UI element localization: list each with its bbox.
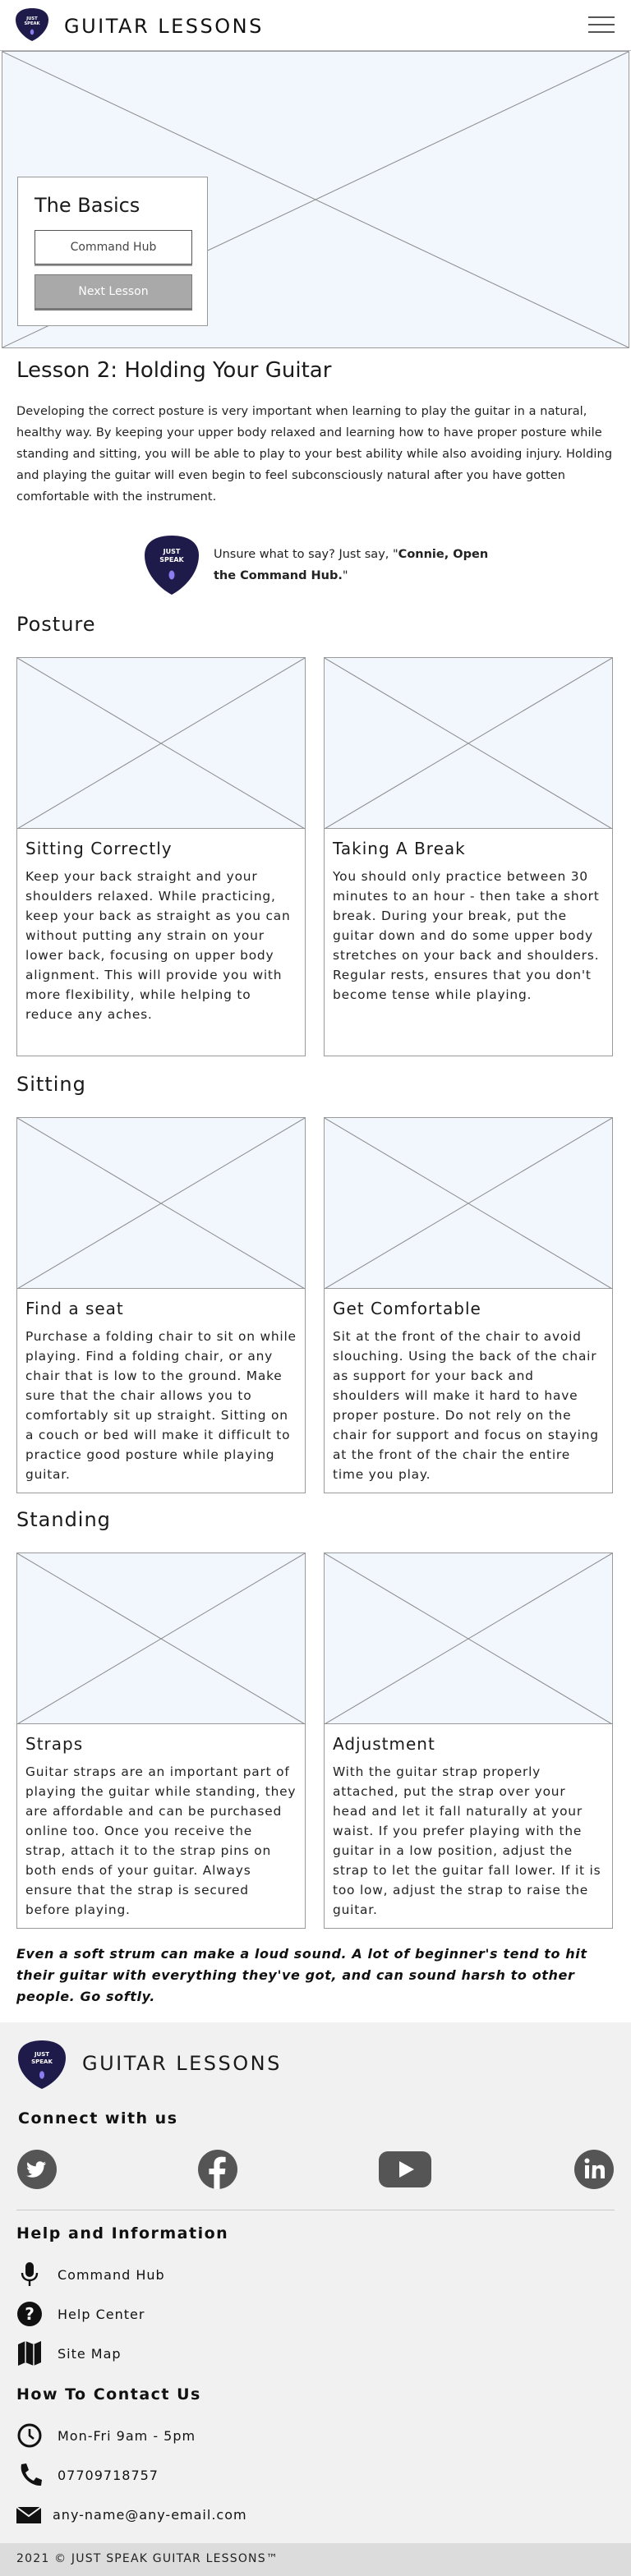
lesson-intro: Developing the correct posture is very i… — [16, 405, 613, 504]
contact-heading: How To Contact Us — [16, 2385, 201, 2404]
site-footer: JUST SPEAK GUITAR LESSONS — [0, 2022, 631, 2576]
clock-icon — [17, 2423, 42, 2448]
basics-title: The Basics — [35, 194, 140, 217]
lesson-card: Find a seat Purchase a folding chair to … — [16, 1117, 306, 1493]
just-speak-logo: JUST SPEAK — [145, 536, 199, 595]
card-text: Sit at the front of the chair to avoid s… — [333, 1329, 599, 1482]
card-title: Get Comfortable — [333, 1299, 481, 1318]
site-brand: GUITAR LESSONS — [64, 15, 264, 38]
microphone-icon — [21, 2262, 39, 2286]
just-speak-logo[interactable]: JUST SPEAK — [16, 2039, 67, 2090]
menu-icon[interactable] — [588, 12, 616, 38]
card-text: Keep your back straight and your shoulde… — [25, 869, 291, 1022]
phone-icon — [21, 2463, 42, 2486]
svg-text:SPEAK: SPEAK — [31, 2058, 53, 2065]
card-text: Purchase a folding chair to sit on while… — [25, 1329, 297, 1482]
svg-text:JUST: JUST — [34, 2051, 49, 2058]
card-title: Adjustment — [333, 1734, 435, 1754]
contact-email-text: any-name@any-email.com — [53, 2507, 247, 2523]
footer-link-label: Command Hub — [58, 2267, 165, 2283]
card-image-placeholder — [17, 1553, 305, 1724]
contact-phone-text: 07709718757 — [58, 2468, 159, 2483]
command-hub-button[interactable]: Command Hub — [35, 230, 192, 264]
svg-text:SPEAK: SPEAK — [159, 556, 184, 564]
basics-card: The Basics Command Hub Next Lesson — [17, 177, 208, 326]
section-heading-sitting: Sitting — [16, 1073, 86, 1096]
svg-text:?: ? — [25, 2304, 35, 2324]
copyright-text: 2021 © JUST SPEAK GUITAR LESSONS™ — [16, 2552, 279, 2565]
copyright-bar: 2021 © JUST SPEAK GUITAR LESSONS™ — [0, 2543, 631, 2576]
card-image-placeholder — [325, 1118, 612, 1289]
connect-heading: Connect with us — [18, 2109, 178, 2128]
footer-link-label: Site Map — [58, 2346, 122, 2362]
contact-hours-text: Mon-Fri 9am - 5pm — [58, 2428, 196, 2444]
lesson-title: Lesson 2: Holding Your Guitar — [16, 358, 332, 383]
just-speak-logo[interactable]: JUST SPEAK — [15, 7, 49, 42]
footer-brand: GUITAR LESSONS — [82, 2052, 282, 2075]
next-lesson-button[interactable]: Next Lesson — [35, 274, 192, 309]
email-icon — [16, 2506, 42, 2523]
lesson-card: Sitting Correctly Keep your back straigh… — [16, 657, 306, 1056]
card-text: Guitar straps are an important part of p… — [25, 1764, 297, 1917]
card-image-placeholder — [325, 658, 612, 829]
lesson-card: Straps Guitar straps are an important pa… — [16, 1552, 306, 1929]
linkedin-icon[interactable] — [573, 2149, 615, 2190]
facebook-icon[interactable] — [197, 2149, 238, 2190]
card-title: Find a seat — [25, 1299, 124, 1318]
lesson-card: Adjustment With the guitar strap properl… — [324, 1552, 613, 1929]
card-image-placeholder — [17, 658, 305, 829]
voice-tip: JUST SPEAK Unsure what to say? Just say,… — [143, 534, 504, 600]
map-icon — [18, 2341, 41, 2366]
youtube-icon[interactable] — [378, 2149, 432, 2190]
svg-text:JUST: JUST — [163, 548, 181, 555]
section-heading-standing: Standing — [16, 1508, 111, 1531]
card-title: Sitting Correctly — [25, 839, 173, 858]
help-heading: Help and Information — [16, 2224, 229, 2242]
hero-banner: The Basics Command Hub Next Lesson — [2, 51, 629, 348]
lesson-card: Taking A Break You should only practice … — [324, 657, 613, 1056]
footer-link-label: Help Center — [58, 2307, 145, 2322]
card-title: Straps — [25, 1734, 84, 1754]
voice-tip-text: Unsure what to say? Just say, "Connie, O… — [214, 548, 489, 582]
card-text: You should only practice between 30 minu… — [333, 869, 600, 1002]
card-text: With the guitar strap properly attached,… — [333, 1764, 601, 1917]
svg-text:SPEAK: SPEAK — [24, 21, 40, 26]
twitter-icon[interactable] — [16, 2149, 58, 2190]
lesson-card: Get Comfortable Sit at the front of the … — [324, 1117, 613, 1493]
site-header: JUST SPEAK GUITAR LESSONS — [0, 0, 631, 51]
help-icon: ? — [17, 2302, 42, 2326]
card-title: Taking A Break — [333, 839, 466, 858]
card-image-placeholder — [325, 1553, 612, 1724]
tip-quote: Even a soft strum can make a loud sound.… — [16, 1946, 587, 2004]
section-heading-posture: Posture — [16, 613, 96, 636]
card-image-placeholder — [17, 1118, 305, 1289]
